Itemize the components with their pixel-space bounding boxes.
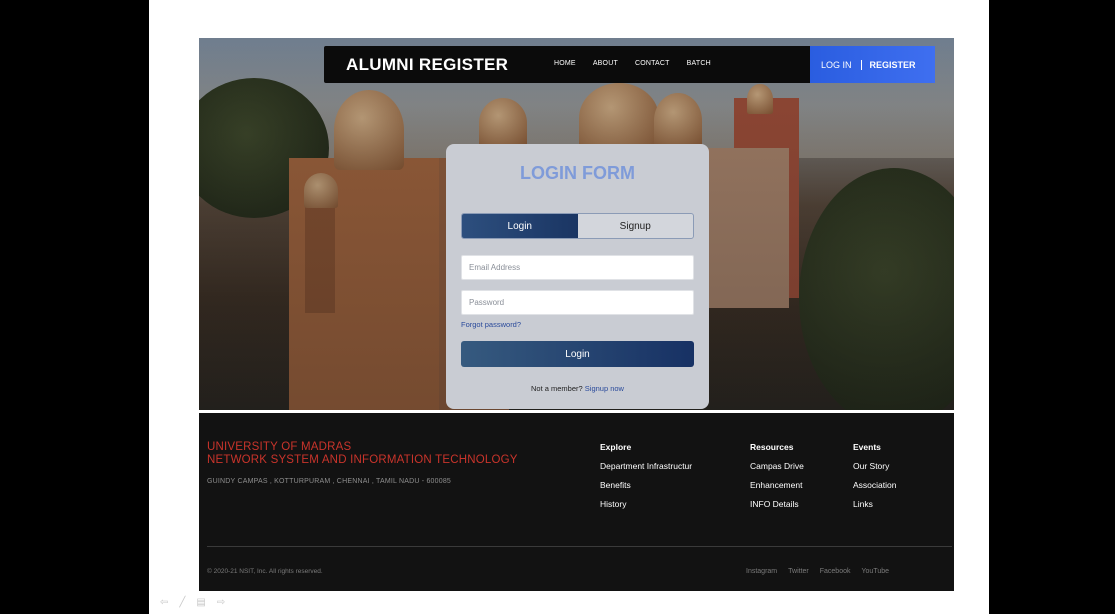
member-text: Not a member? <box>531 384 583 393</box>
footer-heading-explore: Explore <box>600 442 632 452</box>
footer-heading-events: Events <box>853 442 881 452</box>
menu-icon[interactable]: ▤ <box>196 597 205 608</box>
password-field[interactable] <box>461 290 694 315</box>
site-footer: UNIVERSITY OF MADRAS NETWORK SYSTEM AND … <box>199 413 954 591</box>
footer-link[interactable]: Links <box>853 499 896 509</box>
university-name: UNIVERSITY OF MADRAS NETWORK SYSTEM AND … <box>207 441 518 467</box>
presentation-viewer: ALUMNI REGISTER HOME ABOUT CONTACT BATCH… <box>0 0 1115 614</box>
university-address: GUINDY CAMPAS , KOTTURPURAM , CHENNAI , … <box>207 478 452 485</box>
copyright-text: © 2020-21 NSIT, Inc. All rights reserved… <box>207 568 323 575</box>
footer-col-events: Events Our Story Association Links <box>853 442 896 518</box>
form-tabs: Login Signup <box>461 213 694 239</box>
footer-link[interactable]: Association <box>853 480 896 490</box>
auth-buttons: LOG IN REGISTER <box>810 46 935 83</box>
signup-now-link[interactable]: Signup now <box>585 384 624 393</box>
social-link-instagram[interactable]: Instagram <box>746 568 777 575</box>
social-link-twitter[interactable]: Twitter <box>788 568 809 575</box>
university-line-1: UNIVERSITY OF MADRAS <box>207 441 352 453</box>
university-line-2: NETWORK SYSTEM AND INFORMATION TECHNOLOG… <box>207 454 518 466</box>
footer-link[interactable]: Enhancement <box>750 480 804 490</box>
nav-link-batch[interactable]: BATCH <box>687 60 711 67</box>
nav-link-contact[interactable]: CONTACT <box>635 60 670 67</box>
footer-link[interactable]: Department Infrastructur <box>600 461 692 471</box>
footer-col-resources: Resources Campas Drive Enhancement INFO … <box>750 442 804 518</box>
footer-link[interactable]: Campas Drive <box>750 461 804 471</box>
footer-heading-resources: Resources <box>750 442 794 452</box>
tab-signup[interactable]: Signup <box>578 214 694 238</box>
footer-link[interactable]: History <box>600 499 692 509</box>
login-form-card: LOGIN FORM Login Signup Forgot password?… <box>446 144 709 409</box>
brand-logo[interactable]: ALUMNI REGISTER <box>346 55 508 75</box>
form-title: LOGIN FORM <box>520 163 635 183</box>
nav-links: HOME ABOUT CONTACT BATCH <box>554 60 711 67</box>
footer-link[interactable]: INFO Details <box>750 499 804 509</box>
footer-col-explore: Explore Department Infrastructur Benefit… <box>600 442 692 518</box>
forgot-password-link[interactable]: Forgot password? <box>461 320 521 329</box>
nav-link-home[interactable]: HOME <box>554 60 576 67</box>
slide: ALUMNI REGISTER HOME ABOUT CONTACT BATCH… <box>149 0 989 614</box>
social-link-youtube[interactable]: YouTube <box>862 568 890 575</box>
footer-link[interactable]: Benefits <box>600 480 692 490</box>
register-nav-button[interactable]: REGISTER <box>862 60 916 70</box>
pen-icon[interactable]: ╱ <box>179 597 185 608</box>
arrow-right-icon[interactable]: ⇨ <box>217 597 225 608</box>
footer-link[interactable]: Our Story <box>853 461 896 471</box>
social-link-facebook[interactable]: Facebook <box>820 568 851 575</box>
login-nav-button[interactable]: LOG IN <box>810 59 862 70</box>
arrow-left-icon[interactable]: ⇦ <box>160 597 168 608</box>
signup-prompt: Not a member? Signup now <box>446 384 709 393</box>
email-field[interactable] <box>461 255 694 280</box>
tab-login[interactable]: Login <box>462 214 578 238</box>
footer-divider <box>207 546 952 547</box>
nav-link-about[interactable]: ABOUT <box>593 60 618 67</box>
login-submit-button[interactable]: Login <box>461 341 694 367</box>
slide-controls: ⇦ ╱ ▤ ⇨ <box>160 597 225 608</box>
social-links: Instagram Twitter Facebook YouTube <box>746 568 889 575</box>
top-navbar: ALUMNI REGISTER HOME ABOUT CONTACT BATCH… <box>324 46 935 83</box>
